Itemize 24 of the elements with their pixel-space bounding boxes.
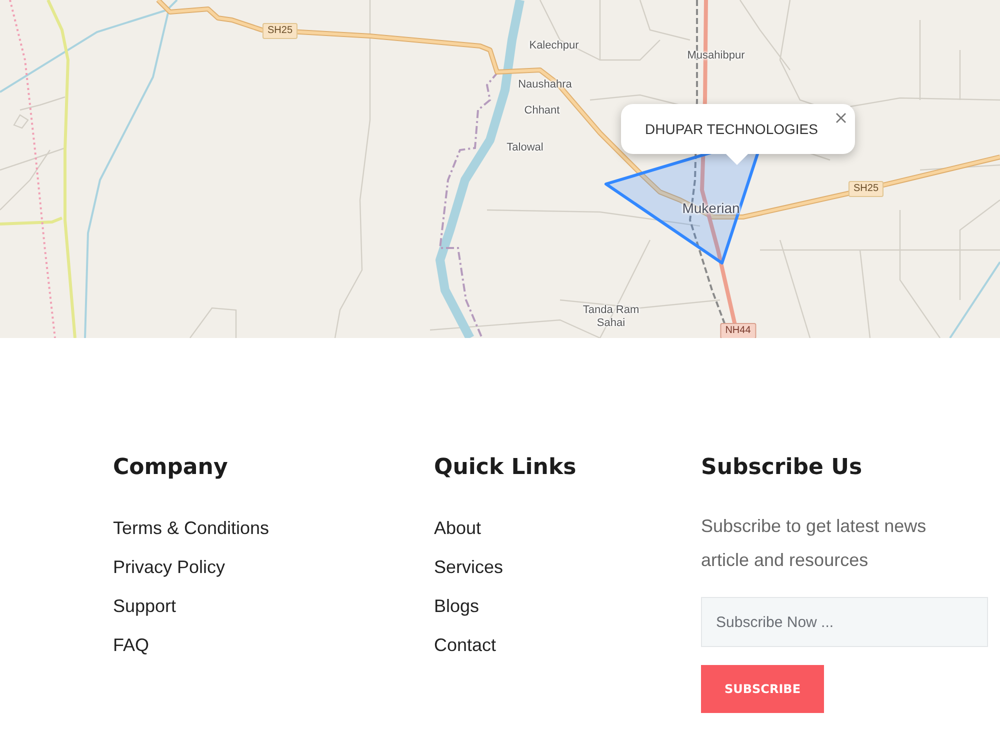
footer-link[interactable]: Services bbox=[434, 548, 504, 587]
popup-pointer-icon bbox=[726, 154, 748, 165]
column-heading: Subscribe Us bbox=[701, 454, 862, 482]
footer-link[interactable]: Contact bbox=[434, 626, 496, 665]
place-label: Chhant bbox=[524, 104, 560, 118]
column-heading: Company bbox=[113, 454, 228, 482]
place-label: Kalechpur bbox=[529, 40, 579, 52]
column-heading: Quick Links bbox=[434, 454, 576, 482]
close-icon bbox=[836, 113, 846, 123]
road-shield: NH44 bbox=[720, 323, 756, 338]
footer-link[interactable]: FAQ bbox=[113, 626, 150, 665]
subscribe-description: Subscribe to get latest news article and resources bbox=[701, 515, 928, 572]
road-shield: SH25 bbox=[848, 181, 884, 197]
footer-link[interactable]: About bbox=[434, 509, 482, 548]
popup-title: DHUPAR TECHNOLOGIES bbox=[645, 121, 818, 137]
footer-link[interactable]: Privacy Policy bbox=[113, 548, 226, 587]
footer-link[interactable]: Terms & Conditions bbox=[113, 509, 270, 548]
footer-link[interactable]: Support bbox=[113, 587, 176, 626]
footer-link[interactable]: Blogs bbox=[434, 587, 480, 626]
popup-close-button[interactable] bbox=[836, 113, 846, 123]
subscribe-field[interactable]: Subscribe Now ... bbox=[701, 597, 988, 647]
place-label: Tanda Ram Sahai bbox=[582, 304, 640, 330]
place-label: Talowal bbox=[506, 142, 544, 154]
road-shield: SH25 bbox=[262, 23, 298, 39]
